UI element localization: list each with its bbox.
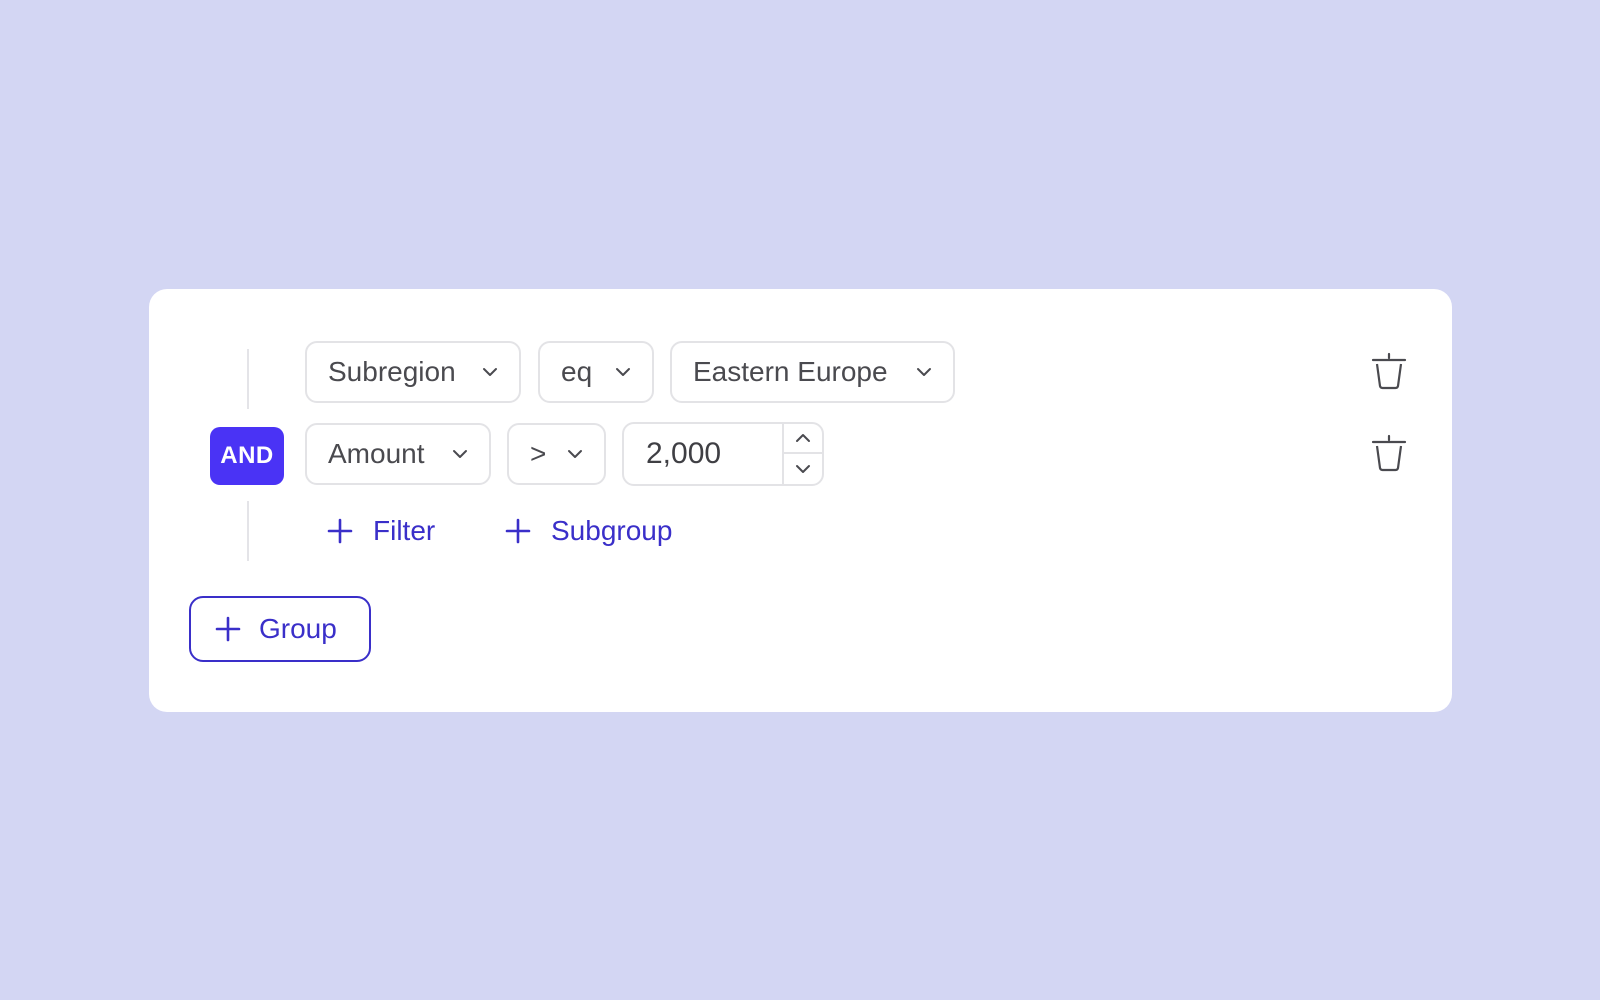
- group-connector-bottom: [247, 501, 249, 561]
- filter-2-field-value: Amount: [328, 438, 425, 469]
- stepper-down-button[interactable]: [784, 454, 822, 484]
- add-filter-button[interactable]: Filter: [327, 509, 435, 553]
- trash-icon[interactable]: [1371, 434, 1407, 472]
- filter-2-operator-value: >: [530, 438, 547, 469]
- filter-2-number-value[interactable]: 2,000: [646, 424, 721, 484]
- filter-2-field-select[interactable]: Amount: [305, 423, 491, 485]
- filter-1-value-text: Eastern Europe: [693, 356, 888, 387]
- add-group-label: Group: [259, 613, 337, 644]
- add-group-button[interactable]: Group: [189, 596, 371, 662]
- filter-1-value-select[interactable]: Eastern Europe: [670, 341, 955, 403]
- plus-icon: [215, 616, 241, 642]
- trash-icon[interactable]: [1371, 352, 1407, 390]
- chevron-up-icon: [796, 434, 810, 442]
- filter-builder-card: AND Subregion eq Eastern Europe Amount >…: [149, 289, 1452, 712]
- logic-operator-toggle[interactable]: AND: [210, 427, 284, 485]
- number-stepper: [782, 424, 822, 484]
- chevron-down-icon: [483, 368, 497, 376]
- add-subgroup-label: Subgroup: [551, 515, 673, 546]
- filter-1-operator-select[interactable]: eq: [538, 341, 654, 403]
- stepper-up-button[interactable]: [784, 424, 822, 454]
- chevron-down-icon: [917, 368, 931, 376]
- add-subgroup-button[interactable]: Subgroup: [505, 509, 672, 553]
- chevron-down-icon: [568, 450, 582, 458]
- filter-2-operator-select[interactable]: >: [507, 423, 606, 485]
- plus-icon: [327, 518, 353, 544]
- filter-1-field-select[interactable]: Subregion: [305, 341, 521, 403]
- chevron-down-icon: [453, 450, 467, 458]
- plus-icon: [505, 518, 531, 544]
- filter-1-operator-value: eq: [561, 356, 593, 387]
- filter-1-field-value: Subregion: [328, 356, 456, 387]
- add-filter-label: Filter: [373, 515, 436, 546]
- chevron-down-icon: [796, 465, 810, 473]
- chevron-down-icon: [616, 368, 630, 376]
- group-connector-top: [247, 349, 249, 409]
- filter-2-number-input[interactable]: 2,000: [622, 422, 824, 486]
